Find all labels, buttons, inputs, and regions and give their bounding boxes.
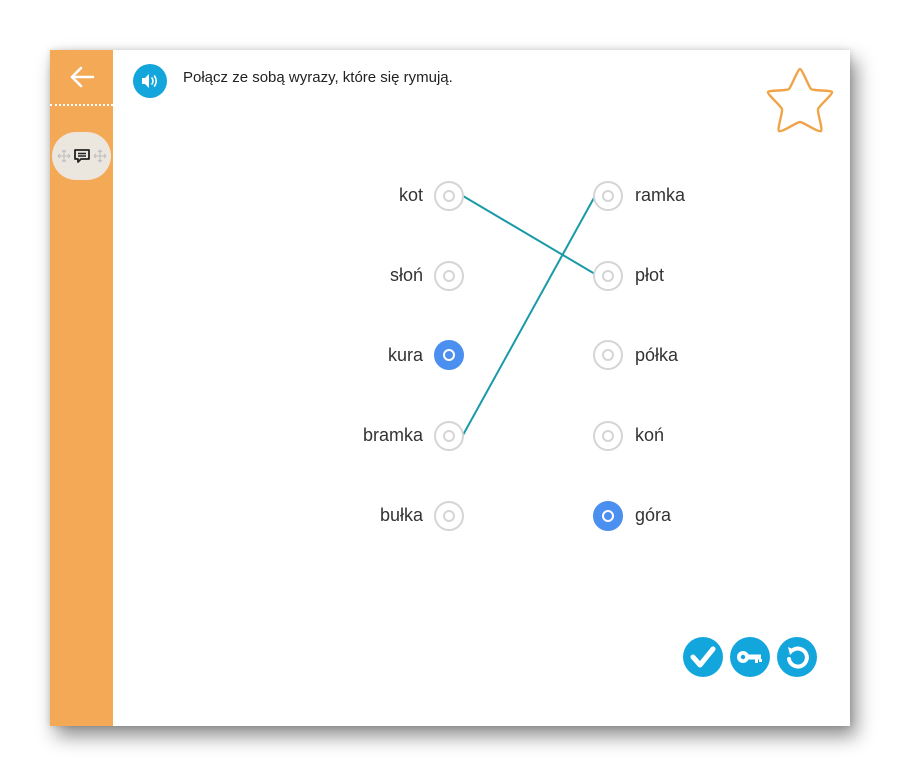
move-icon — [57, 149, 70, 163]
check-button[interactable] — [683, 637, 723, 677]
right-connector-polka[interactable] — [593, 340, 623, 370]
show-answers-button[interactable] — [730, 637, 770, 677]
right-word-kon: koń — [635, 425, 665, 445]
connection-lines — [462, 195, 596, 436]
right-word-polka: półka — [635, 345, 679, 365]
left-connector-kot[interactable] — [434, 181, 464, 211]
key-icon — [737, 651, 762, 663]
back-button[interactable] — [50, 50, 113, 104]
exercise-window: Połącz ze sobą wyrazy, które się rymują.… — [50, 50, 850, 726]
mode-toggle-button[interactable] — [52, 132, 111, 180]
right-connector-ramka[interactable] — [593, 181, 623, 211]
sidebar — [50, 50, 113, 726]
left-word-bulka: bułka — [379, 505, 423, 525]
right-word-gora: góra — [635, 505, 672, 525]
right-connector-kon[interactable] — [593, 421, 623, 451]
arrow-left-icon — [70, 66, 94, 88]
exercise-area: Połącz ze sobą wyrazy, które się rymują.… — [113, 50, 850, 726]
reset-icon — [787, 646, 809, 669]
left-connector-slon[interactable] — [434, 261, 464, 291]
connection-line-bramka-ramka — [462, 195, 596, 436]
left-connector-bramka[interactable] — [434, 421, 464, 451]
reset-button[interactable] — [777, 637, 817, 677]
left-connector-bulka[interactable] — [434, 501, 464, 531]
move-icon — [93, 149, 106, 163]
left-word-slon: słoń — [389, 265, 423, 285]
checkmark-icon — [690, 646, 716, 668]
connection-line-kot-plot — [462, 195, 596, 275]
left-word-kura: kura — [387, 345, 423, 365]
left-word-bramka: bramka — [362, 425, 423, 445]
chat-icon — [73, 149, 90, 163]
right-connector-gora[interactable] — [593, 501, 623, 531]
left-connector-kura[interactable] — [434, 340, 464, 370]
sidebar-divider — [50, 104, 113, 106]
right-connector-plot[interactable] — [593, 261, 623, 291]
right-word-plot: płot — [635, 265, 665, 285]
right-word-ramka: ramka — [635, 185, 686, 205]
left-word-kot: kot — [398, 185, 423, 205]
